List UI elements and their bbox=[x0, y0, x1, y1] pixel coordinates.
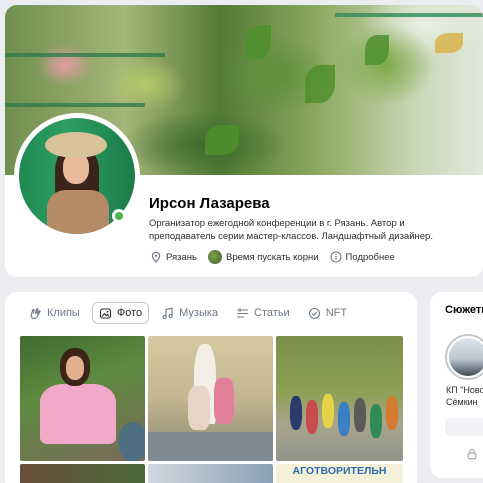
photo-thumbnail[interactable] bbox=[148, 464, 273, 483]
more-info-link[interactable]: Подробнее bbox=[329, 251, 395, 263]
story-avatar[interactable] bbox=[445, 334, 483, 380]
cover-decor bbox=[5, 103, 145, 107]
photo-decor bbox=[290, 396, 302, 430]
profile-bio-line: преподаватель серии мастер-классов. Ланд… bbox=[149, 231, 433, 242]
articles-icon bbox=[236, 307, 249, 318]
tab-label: Фото bbox=[116, 307, 143, 319]
media-tabs: Клипы Фото Музыка Статьи NFT bbox=[23, 302, 359, 324]
location-pin-icon bbox=[151, 251, 161, 263]
nft-icon bbox=[308, 307, 320, 319]
tab-music[interactable]: Музыка bbox=[155, 302, 224, 324]
tab-photo[interactable]: Фото bbox=[91, 302, 150, 324]
story-label-line: Сёмкин bbox=[446, 397, 478, 407]
story-button[interactable] bbox=[445, 418, 483, 436]
story-label[interactable]: КП "Ново Сёмкин bbox=[446, 384, 483, 408]
cover-decor bbox=[365, 35, 389, 65]
photo-thumbnail[interactable] bbox=[20, 336, 145, 461]
photo-decor bbox=[40, 384, 116, 444]
profile-card: Ирсон Лазарева Организатор ежегодной кон… bbox=[5, 5, 483, 277]
cover-decor bbox=[245, 25, 271, 59]
group-link[interactable]: Время пускать корни bbox=[208, 250, 319, 264]
group-label: Время пускать корни bbox=[226, 251, 319, 263]
city-label: Рязань bbox=[166, 251, 198, 263]
cover-decor bbox=[5, 53, 165, 57]
online-indicator bbox=[112, 209, 126, 223]
stories-title: Сюжеты bbox=[445, 304, 483, 316]
photo-decor bbox=[148, 432, 273, 461]
media-card: Клипы Фото Музыка Статьи NFT АГОТВОРИТЕЛ… bbox=[5, 292, 417, 483]
city-link[interactable]: Рязань bbox=[150, 251, 197, 263]
tab-articles[interactable]: Статьи bbox=[230, 302, 296, 324]
profile-bio-line: Организатор ежегодной конференции в г. Р… bbox=[149, 218, 405, 229]
tab-label: Музыка bbox=[179, 307, 219, 319]
photo-decor bbox=[370, 404, 382, 438]
photo-decor bbox=[188, 386, 210, 430]
photo-decor bbox=[322, 394, 334, 428]
photo-decor bbox=[66, 356, 84, 380]
avatar-decor bbox=[45, 132, 107, 158]
group-avatar bbox=[208, 250, 223, 264]
photo-decor bbox=[338, 402, 350, 436]
lock-icon bbox=[467, 449, 477, 460]
photo-thumbnail[interactable] bbox=[20, 464, 145, 483]
photo-thumbnail[interactable] bbox=[276, 336, 403, 461]
story-thumbnail bbox=[449, 338, 483, 376]
more-info-label: Подробнее bbox=[345, 251, 395, 263]
tab-label: Статьи bbox=[254, 307, 290, 319]
photo-decor bbox=[214, 378, 234, 424]
tab-label: Клипы bbox=[47, 307, 80, 319]
photo-banner-text: АГОТВОРИТЕЛЬН bbox=[292, 465, 387, 477]
profile-bio: Организатор ежегодной конференции в г. Р… bbox=[149, 217, 449, 243]
cover-decor bbox=[335, 13, 483, 17]
cover-decor bbox=[305, 65, 335, 103]
photo-icon bbox=[99, 307, 111, 319]
photo-decor bbox=[354, 398, 366, 432]
music-icon bbox=[162, 307, 173, 319]
photo-thumbnail[interactable] bbox=[148, 336, 273, 461]
cover-decor bbox=[205, 125, 239, 155]
profile-name: Ирсон Лазарева bbox=[149, 195, 270, 212]
photo-thumbnail[interactable]: АГОТВОРИТЕЛЬН bbox=[276, 464, 403, 483]
story-label-line: КП "Ново bbox=[446, 385, 483, 395]
info-icon bbox=[329, 251, 342, 263]
tab-label: NFT bbox=[325, 307, 348, 319]
avatar-decor bbox=[47, 190, 109, 234]
tab-clips[interactable]: Клипы bbox=[23, 302, 86, 324]
photo-decor bbox=[118, 422, 145, 461]
photo-decor bbox=[306, 400, 318, 434]
clips-icon bbox=[30, 307, 41, 319]
tab-nft[interactable]: NFT bbox=[302, 302, 353, 324]
cover-decor bbox=[435, 33, 463, 53]
stories-card: Сюжеты КП "Ново Сёмкин bbox=[430, 292, 483, 478]
profile-info-row: Рязань Время пускать корни Подробнее bbox=[150, 250, 406, 264]
photo-decor bbox=[386, 396, 398, 430]
